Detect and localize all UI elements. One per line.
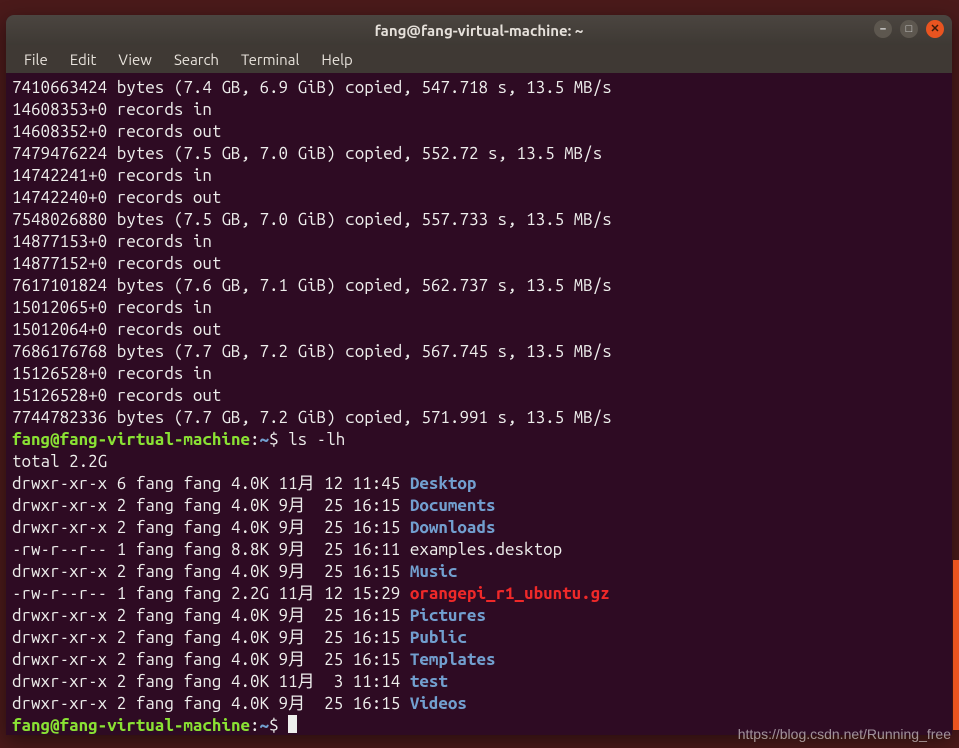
launcher-edge [953, 560, 959, 730]
minimize-button[interactable]: – [874, 20, 892, 38]
ls-filename: examples.desktop [410, 540, 562, 559]
dd-output-line: 15126528+0 records out [12, 385, 946, 407]
maximize-button[interactable]: □ [900, 20, 918, 38]
dd-output-line: 7410663424 bytes (7.4 GB, 6.9 GiB) copie… [12, 77, 946, 99]
ls-row: drwxr-xr-x 2 fang fang 4.0K 9月 25 16:15 … [12, 627, 946, 649]
ls-row: drwxr-xr-x 2 fang fang 4.0K 9月 25 16:15 … [12, 561, 946, 583]
ls-filename: Music [410, 562, 458, 581]
dd-output-line: 14608352+0 records out [12, 121, 946, 143]
dd-output-line: 14742240+0 records out [12, 187, 946, 209]
menu-file[interactable]: File [14, 48, 58, 71]
dd-output-line: 7617101824 bytes (7.6 GB, 7.1 GiB) copie… [12, 275, 946, 297]
prompt-path: ~ [260, 716, 270, 735]
prompt-dollar: $ [269, 716, 288, 735]
menubar: File Edit View Search Terminal Help [6, 45, 952, 73]
dd-output-line: 7479476224 bytes (7.5 GB, 7.0 GiB) copie… [12, 143, 946, 165]
ls-row: drwxr-xr-x 2 fang fang 4.0K 11月 3 11:14 … [12, 671, 946, 693]
prompt-user-host: fang@fang-virtual-machine [12, 430, 250, 449]
ls-row: -rw-r--r-- 1 fang fang 2.2G 11月 12 15:29… [12, 583, 946, 605]
terminal-body[interactable]: 7410663424 bytes (7.4 GB, 6.9 GiB) copie… [6, 73, 952, 735]
cursor [288, 715, 297, 733]
window-controls: – □ ✕ [874, 20, 944, 38]
dd-output-line: 14608353+0 records in [12, 99, 946, 121]
titlebar[interactable]: fang@fang-virtual-machine: ~ – □ ✕ [6, 15, 952, 45]
dd-output-line: 7548026880 bytes (7.5 GB, 7.0 GiB) copie… [12, 209, 946, 231]
ls-filename: Pictures [410, 606, 486, 625]
dd-output-line: 14877152+0 records out [12, 253, 946, 275]
menu-terminal[interactable]: Terminal [231, 48, 309, 71]
prompt-line: fang@fang-virtual-machine:~$ ls -lh [12, 429, 946, 451]
ls-filename: Documents [410, 496, 496, 515]
dd-output-line: 15126528+0 records in [12, 363, 946, 385]
menu-search[interactable]: Search [164, 48, 229, 71]
command-ls: ls -lh [288, 430, 345, 449]
ls-filename: Desktop [410, 474, 477, 493]
dd-output-line: 15012065+0 records in [12, 297, 946, 319]
dd-output-line: 14742241+0 records in [12, 165, 946, 187]
ls-filename: Templates [410, 650, 496, 669]
ls-filename: Public [410, 628, 467, 647]
ls-row: drwxr-xr-x 2 fang fang 4.0K 9月 25 16:15 … [12, 649, 946, 671]
dd-output-line: 7686176768 bytes (7.7 GB, 7.2 GiB) copie… [12, 341, 946, 363]
ls-filename: test [410, 672, 448, 691]
window-title: fang@fang-virtual-machine: ~ [375, 22, 584, 39]
ls-filename: orangepi_r1_ubuntu.gz [410, 584, 610, 603]
dd-output-line: 7744782336 bytes (7.7 GB, 7.2 GiB) copie… [12, 407, 946, 429]
prompt-sep: : [250, 430, 260, 449]
close-button[interactable]: ✕ [926, 20, 944, 38]
ls-filename: Downloads [410, 518, 496, 537]
ls-row: drwxr-xr-x 2 fang fang 4.0K 9月 25 16:15 … [12, 517, 946, 539]
menu-edit[interactable]: Edit [60, 48, 107, 71]
ls-row: -rw-r--r-- 1 fang fang 8.8K 9月 25 16:11 … [12, 539, 946, 561]
ls-row: drwxr-xr-x 2 fang fang 4.0K 9月 25 16:15 … [12, 495, 946, 517]
terminal-window: fang@fang-virtual-machine: ~ – □ ✕ File … [6, 15, 952, 735]
ls-row: drwxr-xr-x 2 fang fang 4.0K 9月 25 16:15 … [12, 605, 946, 627]
watermark: https://blog.csdn.net/Running_free [738, 726, 951, 742]
prompt-user-host: fang@fang-virtual-machine [12, 716, 250, 735]
ls-filename: Videos [410, 694, 467, 713]
prompt-path: ~ [260, 430, 270, 449]
prompt-sep: : [250, 716, 260, 735]
menu-view[interactable]: View [108, 48, 162, 71]
ls-row: drwxr-xr-x 6 fang fang 4.0K 11月 12 11:45… [12, 473, 946, 495]
menu-help[interactable]: Help [311, 48, 362, 71]
dd-output-line: 14877153+0 records in [12, 231, 946, 253]
prompt-dollar: $ [269, 430, 288, 449]
dd-output-line: 15012064+0 records out [12, 319, 946, 341]
ls-total-line: total 2.2G [12, 451, 946, 473]
ls-row: drwxr-xr-x 2 fang fang 4.0K 9月 25 16:15 … [12, 693, 946, 715]
